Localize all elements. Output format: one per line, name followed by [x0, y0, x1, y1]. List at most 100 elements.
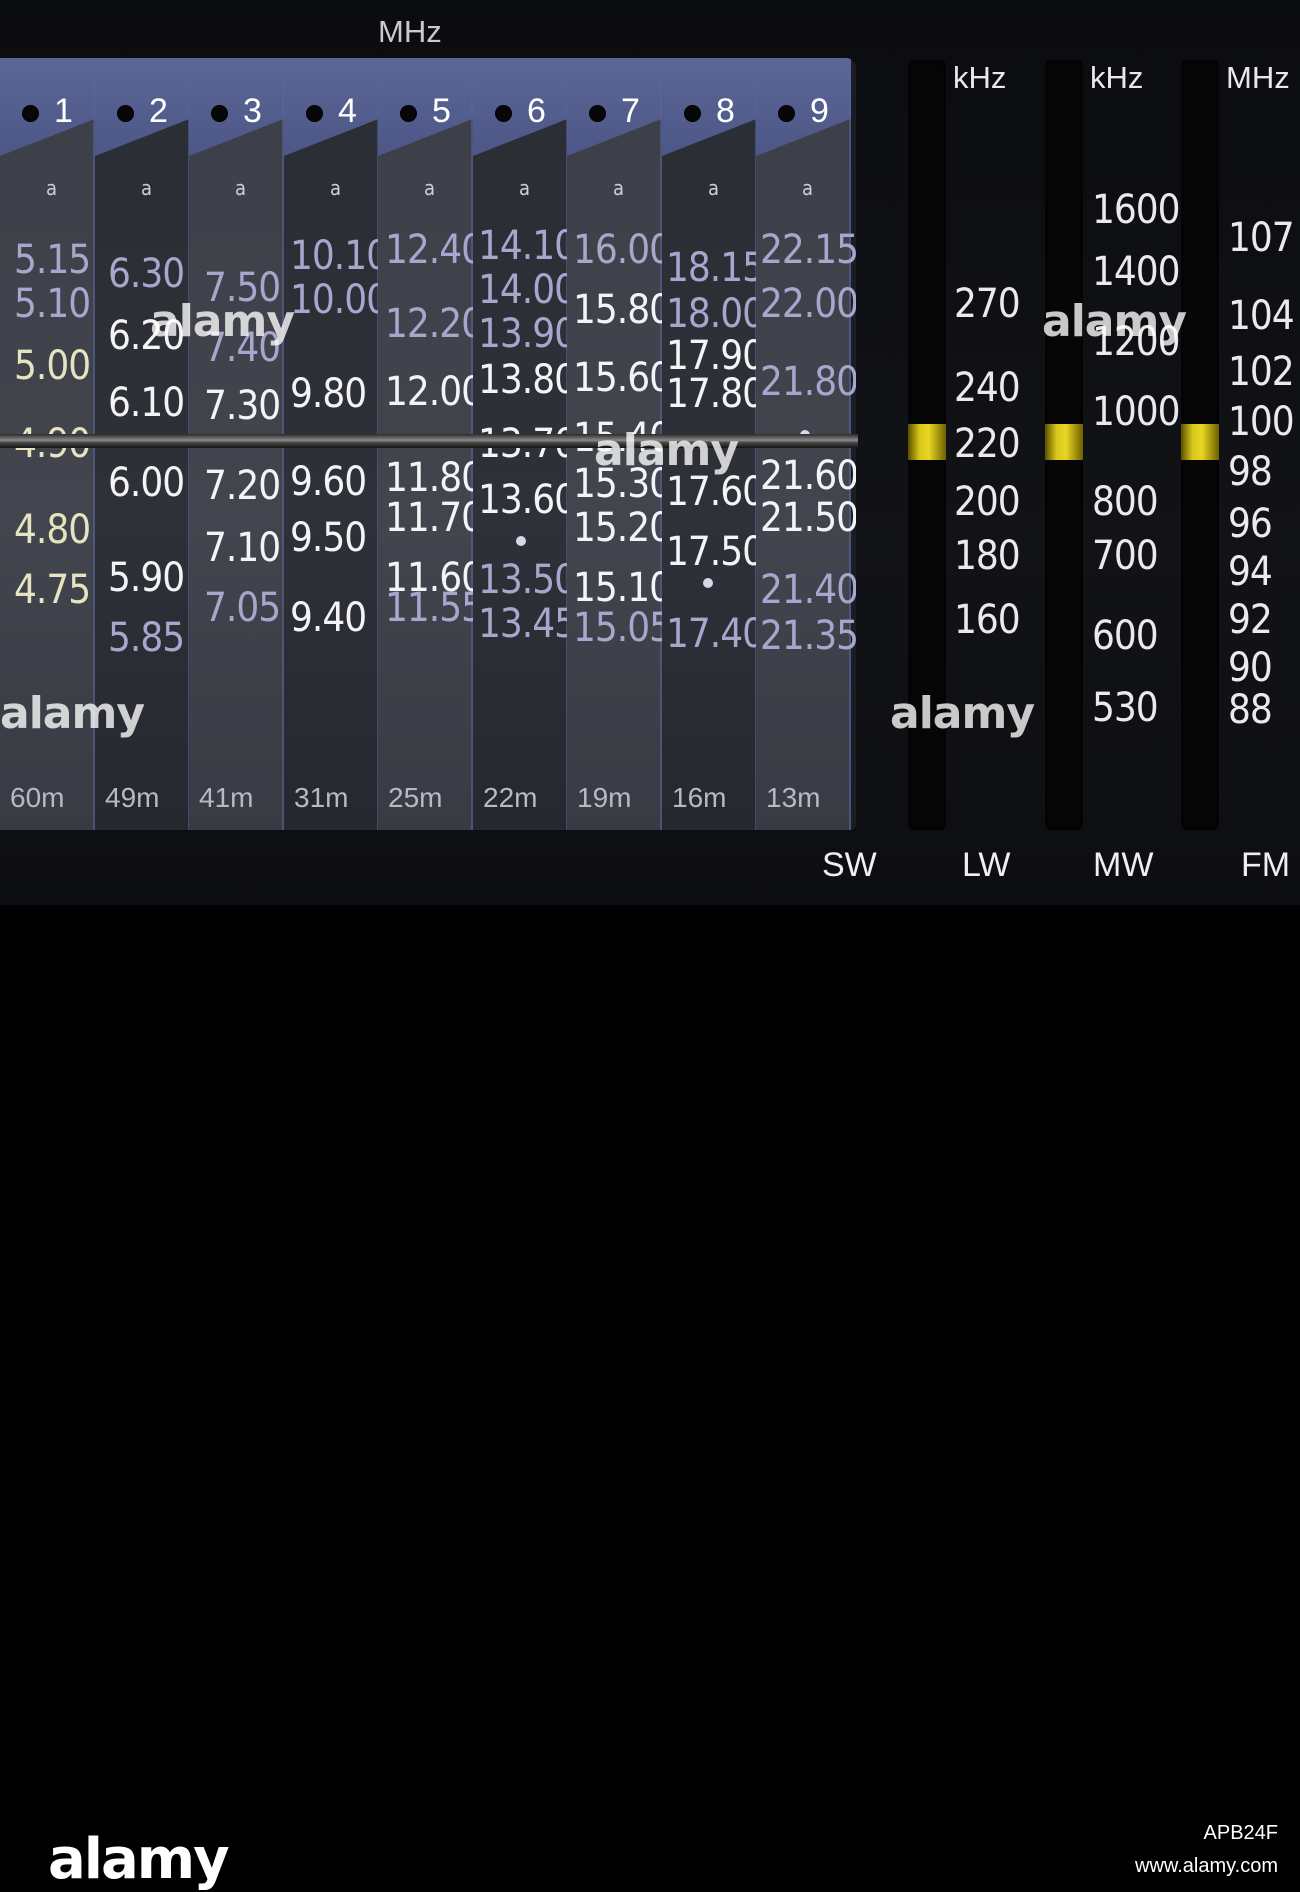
scale-tick-mark: a	[802, 176, 814, 200]
band-meter-label: 41m	[199, 782, 254, 813]
scale-tick-mark: a	[330, 176, 342, 200]
band-meter-label: 22m	[483, 782, 538, 813]
preset-indicator-dot	[211, 105, 228, 122]
scale-tick-mark: a	[519, 176, 531, 200]
preset-indicator-dot	[778, 105, 795, 122]
band-number: 3	[243, 92, 262, 130]
scale-tick-mark: a	[613, 176, 625, 200]
sw-frequency-mark: 4.80	[14, 507, 91, 553]
fm-unit: MHz	[1226, 60, 1290, 95]
sw-frequency-mark: 4.75	[14, 567, 91, 613]
sw-frequency-mark: 7.30	[204, 383, 281, 429]
band-number: 2	[149, 92, 168, 130]
fm-frequency-mark: 102	[1228, 349, 1295, 395]
preset-indicator-dot	[684, 105, 701, 122]
sw-frequency-mark: 21.80	[760, 359, 856, 405]
sw-frequency-mark: 11.80	[385, 455, 484, 501]
band-number: 4	[338, 92, 357, 130]
lw-frequency-mark: 270	[954, 281, 1021, 327]
band-meter-label: 13m	[766, 782, 821, 813]
sw-frequency-mark: 17.80	[666, 371, 765, 417]
mw-band-label: MW	[1093, 846, 1154, 884]
mw-tuning-needle	[1045, 424, 1083, 460]
scale-tick-mark: a	[235, 176, 247, 200]
preset-indicator-dot	[495, 105, 512, 122]
sw-frequency-mark: 9.60	[290, 459, 367, 505]
stock-logo: alamy	[48, 1827, 230, 1892]
sw-frequency-mark: 7.05	[204, 585, 281, 631]
lw-band-label: LW	[962, 846, 1011, 884]
sw-frequency-mark: 9.50	[290, 515, 367, 561]
sw-frequency-mark: 13.60	[478, 477, 577, 523]
sw-frequency-mark: 11.55	[385, 585, 484, 631]
band-number: 8	[716, 92, 735, 130]
fm-frequency-mark: 88	[1228, 687, 1273, 733]
sw-frequency-mark: 21.50	[760, 495, 856, 541]
sw-frequency-mark: 17.60	[666, 469, 765, 515]
band-meter-label: 19m	[577, 782, 632, 813]
sw-frequency-mark: 13.50	[478, 557, 577, 603]
sw-frequency-mark: 18.00	[666, 291, 765, 337]
sw-frequency-mark: 6.30	[108, 251, 185, 297]
band-number: 9	[810, 92, 829, 130]
sw-frequency-mark: 12.40	[385, 227, 484, 273]
watermark: alamy	[150, 296, 295, 347]
sw-frequency-mark: 13.90	[478, 311, 577, 357]
radio-dial-photo: MHz 1a60m5.155.105.004.904.804.752a49m6.…	[0, 0, 1300, 905]
mw-needle-slot	[1045, 60, 1083, 830]
preset-indicator-dot	[22, 105, 39, 122]
fm-tuning-needle	[1181, 424, 1219, 460]
band-meter-label: 25m	[388, 782, 443, 813]
sw-frequency-mark: 17.50	[666, 529, 765, 575]
lw-frequency-mark: 160	[954, 597, 1021, 643]
mw-frequency-mark: 530	[1092, 685, 1159, 731]
sw-frequency-mark: 15.60	[573, 355, 672, 401]
band-meter-label: 49m	[105, 782, 160, 813]
sw-frequency-mark: 6.10	[108, 380, 185, 426]
fm-needle-slot	[1181, 60, 1219, 830]
sw-frequency-mark: 13.45	[478, 601, 577, 647]
sw-frequency-mark: 17.90	[666, 333, 765, 379]
lw-frequency-mark: 200	[954, 479, 1021, 525]
sw-frequency-mark: 9.40	[290, 595, 367, 641]
sw-frequency-mark: 13.80	[478, 357, 577, 403]
fm-frequency-mark: 98	[1228, 449, 1273, 495]
sw-frequency-mark: 5.85	[108, 615, 185, 661]
scale-tick-mark: a	[708, 176, 720, 200]
sw-frequency-mark: 5.00	[14, 343, 91, 389]
watermark: alamy	[594, 425, 739, 476]
preset-indicator-dot	[117, 105, 134, 122]
fm-frequency-mark: 90	[1228, 645, 1273, 691]
band-meter-label: 16m	[672, 782, 727, 813]
sw-frequency-mark: 6.00	[108, 460, 185, 506]
fm-frequency-mark: 104	[1228, 293, 1295, 339]
scale-tick-mark: a	[141, 176, 153, 200]
sw-frequency-mark: 7.20	[204, 463, 281, 509]
band-number: 5	[432, 92, 451, 130]
stock-url: www.alamy.com	[1135, 1855, 1278, 1877]
fm-frequency-mark: 96	[1228, 501, 1273, 547]
mw-frequency-mark: 1400	[1092, 249, 1181, 295]
mw-unit: kHz	[1090, 60, 1144, 95]
band-number: 1	[54, 92, 73, 130]
sw-frequency-mark: 17.40	[666, 611, 765, 657]
sw-unit-label: MHz	[378, 14, 442, 49]
lw-unit: kHz	[953, 60, 1007, 95]
lw-tuning-needle	[908, 424, 946, 460]
watermark: alamy	[890, 688, 1035, 739]
sw-frequency-mark: 12.20	[385, 301, 484, 347]
band-number: 7	[621, 92, 640, 130]
stock-footer: alamy APB24F www.alamy.com	[0, 905, 1300, 1892]
sw-frequency-mark: 5.90	[108, 555, 185, 601]
sw-frequency-mark: 16.00	[573, 227, 672, 273]
sw-frequency-mark: 5.10	[14, 281, 91, 327]
sw-frequency-mark: 21.35	[760, 613, 856, 659]
sw-frequency-mark: 14.10	[478, 223, 577, 269]
fm-frequency-mark: 100	[1228, 399, 1295, 445]
watermark: alamy	[1042, 296, 1187, 347]
sw-frequency-mark: 21.60	[760, 453, 856, 499]
sw-frequency-mark: 12.00	[385, 369, 484, 415]
sw-frequency-mark: 11.70	[385, 495, 484, 541]
watermark: alamy	[0, 688, 145, 739]
sw-frequency-mark: 7.10	[204, 525, 281, 571]
